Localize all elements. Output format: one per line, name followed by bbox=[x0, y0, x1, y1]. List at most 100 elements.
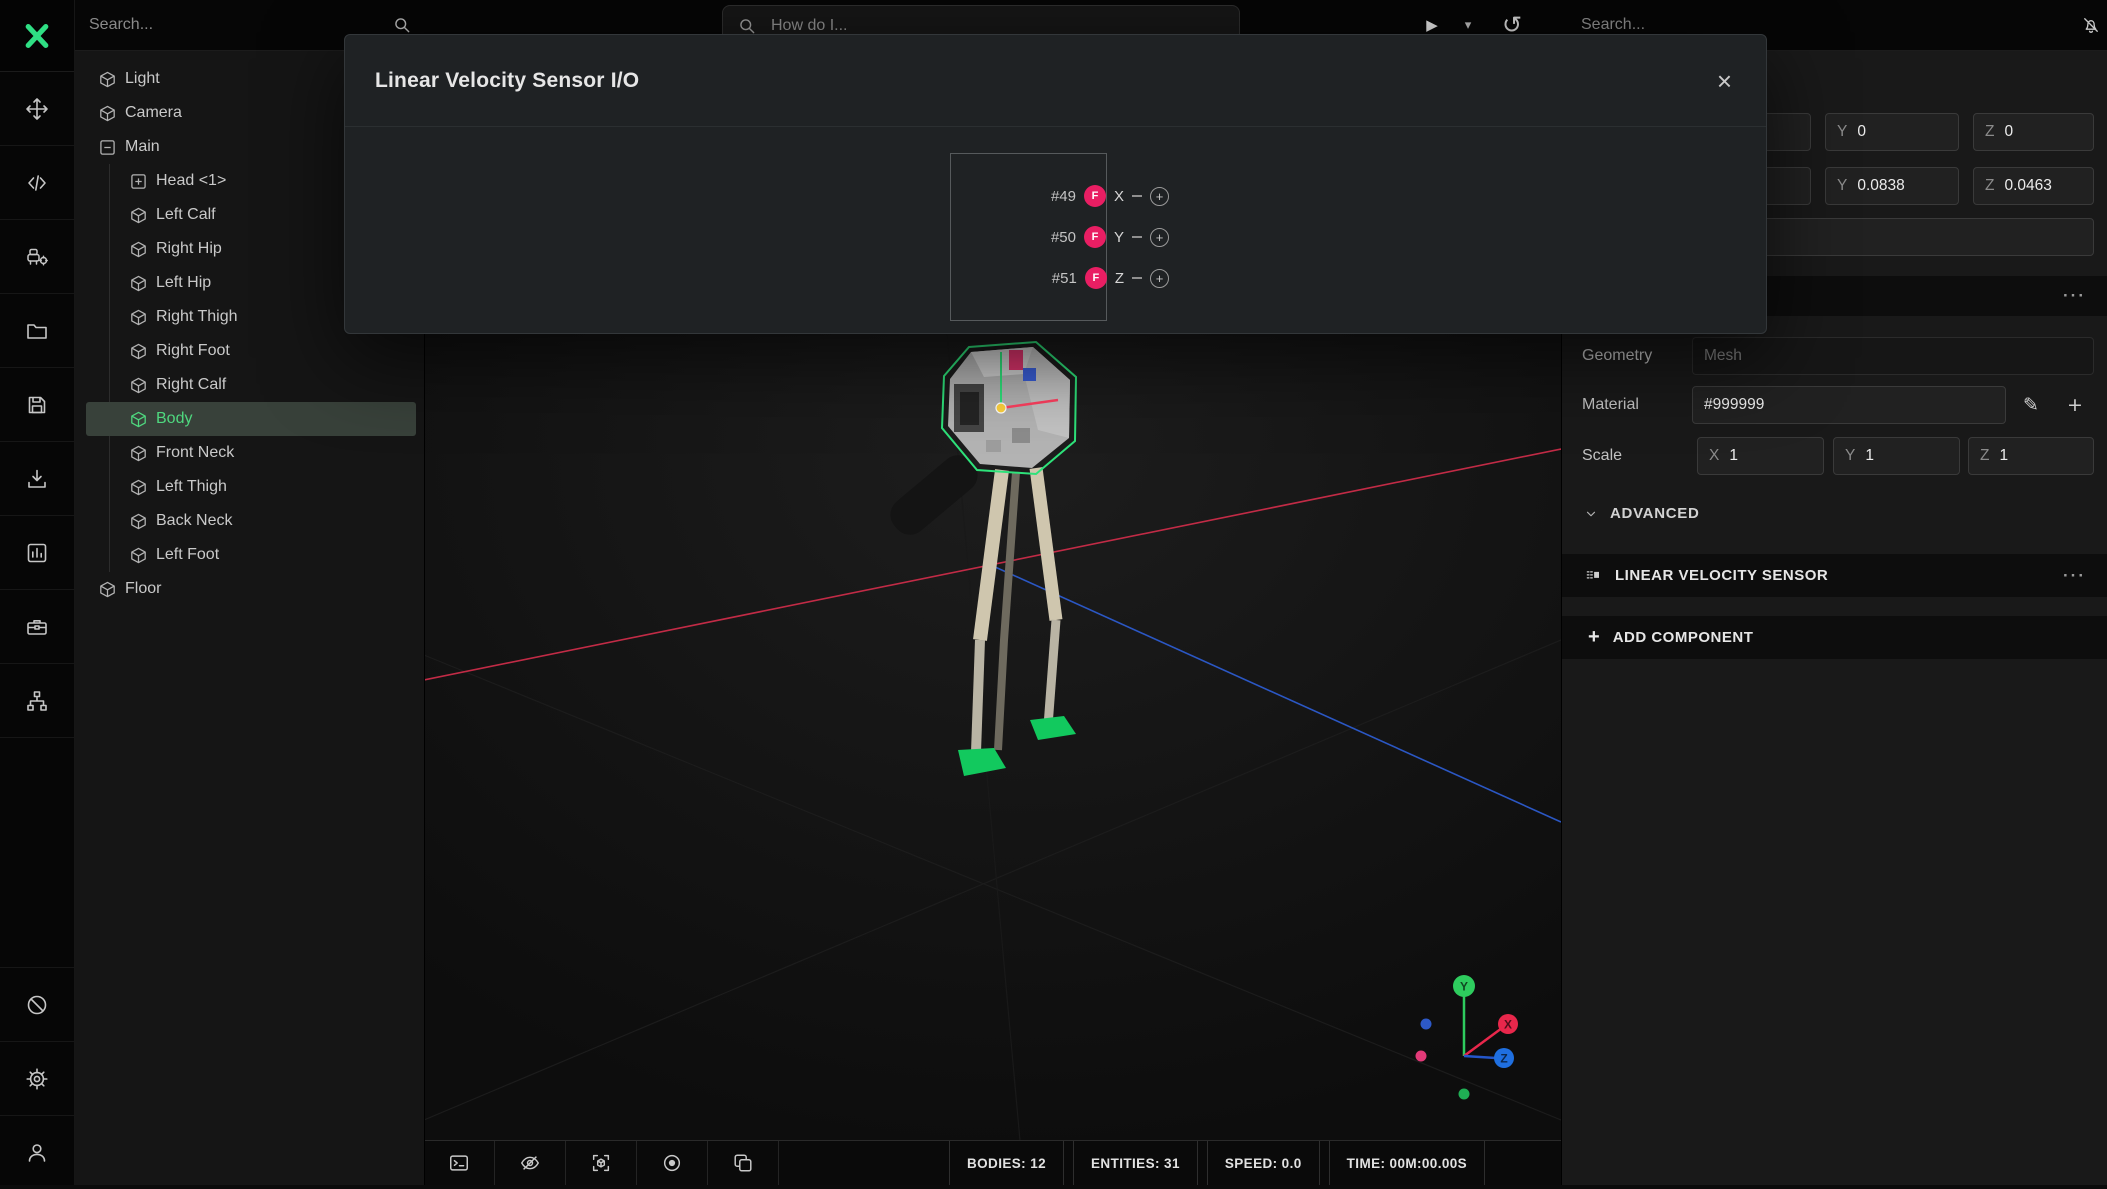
tree-item-back-neck[interactable]: Back Neck bbox=[74, 504, 424, 538]
sensor-node[interactable]: #49 F X + #50 F Y + #51 F Z + bbox=[950, 153, 1107, 321]
gizmo-magenta-handle[interactable] bbox=[1009, 350, 1023, 370]
port-id: #49 bbox=[1051, 188, 1076, 205]
folder-icon bbox=[25, 319, 49, 343]
material-value: #999999 bbox=[1704, 396, 1764, 414]
field-value: 0 bbox=[1857, 123, 1866, 141]
tree-item-right-foot[interactable]: Right Foot bbox=[74, 334, 424, 368]
tree-item-label: Back Neck bbox=[156, 512, 232, 530]
console-button[interactable] bbox=[424, 1141, 495, 1185]
scale-z-field[interactable]: Z 1 bbox=[1968, 437, 2094, 475]
vector1-z-field[interactable]: Z 0 bbox=[1973, 113, 2094, 151]
tree-item-label: Head <1> bbox=[156, 172, 226, 190]
search-icon[interactable] bbox=[392, 15, 412, 35]
tree-item-left-thigh[interactable]: Left Thigh bbox=[74, 470, 424, 504]
material-field[interactable]: #999999 bbox=[1692, 386, 2006, 424]
gear-icon bbox=[25, 1067, 49, 1091]
account-button[interactable] bbox=[0, 1115, 74, 1189]
code-editor-button[interactable] bbox=[0, 146, 74, 220]
duplicate-button[interactable] bbox=[708, 1141, 779, 1185]
robot-body-detail bbox=[986, 440, 1001, 452]
edit-material-button[interactable]: ✎ bbox=[2012, 386, 2050, 424]
close-dialog-button[interactable]: × bbox=[1713, 64, 1736, 98]
notifications-off-button[interactable] bbox=[2068, 0, 2107, 50]
robot-body-detail bbox=[1012, 428, 1030, 443]
add-component-button[interactable]: + ADD COMPONENT bbox=[1562, 616, 2107, 659]
z-axis-line bbox=[984, 562, 1561, 822]
vector2-y-field[interactable]: Y 0.0838 bbox=[1825, 167, 1959, 205]
scale-x-field[interactable]: X 1 bbox=[1697, 437, 1824, 475]
stats-button[interactable] bbox=[0, 516, 74, 590]
robot-settings-button[interactable] bbox=[0, 220, 74, 294]
axis-label: X bbox=[1709, 447, 1719, 465]
tree-item-left-foot[interactable]: Left Foot bbox=[74, 538, 424, 572]
gizmo-blue-handle[interactable] bbox=[1023, 368, 1036, 381]
robot-head-slot-inner bbox=[960, 392, 979, 425]
gizmo-z-label: Z bbox=[1500, 1052, 1507, 1066]
scale-y-field[interactable]: Y 1 bbox=[1833, 437, 1960, 475]
ban-button[interactable] bbox=[0, 967, 74, 1041]
port-type-badge: F bbox=[1084, 185, 1106, 207]
rail-bottom-group bbox=[0, 967, 74, 1189]
tree-item-right-calf[interactable]: Right Calf bbox=[74, 368, 424, 402]
geometry-value: Mesh bbox=[1704, 347, 1742, 365]
gizmo-neg-z-dot[interactable] bbox=[1416, 1051, 1427, 1062]
projects-button[interactable] bbox=[0, 294, 74, 368]
linear-velocity-sensor-section[interactable]: LINEAR VELOCITY SENSOR ··· bbox=[1562, 554, 2107, 597]
settings-button[interactable] bbox=[0, 1041, 74, 1115]
robot-right-thigh bbox=[1036, 468, 1056, 620]
tree-item-label: Main bbox=[125, 138, 160, 156]
add-connection-port[interactable]: + bbox=[1150, 269, 1169, 288]
hierarchy-button[interactable] bbox=[0, 664, 74, 738]
sensor-more-options-button[interactable]: ··· bbox=[2063, 566, 2086, 586]
tree-item-front-neck[interactable]: Front Neck bbox=[74, 436, 424, 470]
hierarchy-search-input[interactable] bbox=[74, 0, 379, 49]
tree-item-body-selected[interactable]: Body bbox=[86, 402, 416, 436]
gizmo-x-label: X bbox=[1504, 1018, 1512, 1032]
geometry-field: Mesh bbox=[1692, 337, 2094, 375]
vector2-z-field[interactable]: Z 0.0463 bbox=[1973, 167, 2094, 205]
robot-model[interactable] bbox=[883, 342, 1076, 776]
output-port-row-x: #49 F X + bbox=[951, 185, 1169, 207]
gizmo-neg-y-dot[interactable] bbox=[1459, 1089, 1470, 1100]
code-icon bbox=[25, 171, 49, 195]
axis-label: Z bbox=[1980, 447, 1989, 465]
add-connection-port[interactable]: + bbox=[1150, 228, 1169, 247]
import-button[interactable] bbox=[0, 442, 74, 516]
hide-overlays-button[interactable] bbox=[495, 1141, 566, 1185]
geometry-label: Geometry bbox=[1582, 337, 1652, 375]
move-tool-button[interactable] bbox=[0, 72, 74, 146]
chevron-down-icon: ▾ bbox=[1465, 17, 1472, 33]
chart-icon bbox=[25, 541, 49, 565]
frame-selection-button[interactable] bbox=[566, 1141, 637, 1185]
gizmo-neg-x-dot[interactable] bbox=[1421, 1019, 1432, 1030]
axis-label: Y bbox=[1837, 177, 1847, 195]
toolbox-icon bbox=[25, 615, 49, 639]
axis-label: Z bbox=[1985, 177, 1994, 195]
copy-icon bbox=[732, 1152, 754, 1174]
gizmo-center-handle[interactable] bbox=[996, 403, 1006, 413]
download-icon bbox=[25, 467, 49, 491]
add-material-button[interactable]: + bbox=[2056, 386, 2094, 424]
dialog-title: Linear Velocity Sensor I/O bbox=[375, 69, 639, 93]
entities-count: ENTITIES: 31 bbox=[1073, 1141, 1198, 1185]
cube-icon bbox=[130, 445, 147, 462]
collapse-icon[interactable] bbox=[99, 139, 116, 156]
speed-indicator: SPEED: 0.0 bbox=[1207, 1141, 1320, 1185]
toolbox-button[interactable] bbox=[0, 590, 74, 664]
left-rail bbox=[0, 0, 75, 1185]
advanced-section-toggle[interactable]: ADVANCED bbox=[1562, 493, 2107, 534]
cube-icon bbox=[130, 241, 147, 258]
more-options-button[interactable]: ··· bbox=[2063, 286, 2086, 306]
vector1-y-field[interactable]: Y 0 bbox=[1825, 113, 1959, 151]
tree-item-floor[interactable]: Floor bbox=[74, 572, 424, 606]
robot-left-calf bbox=[976, 640, 980, 752]
app-logo[interactable] bbox=[0, 0, 74, 72]
add-connection-port[interactable]: + bbox=[1150, 187, 1169, 206]
save-button[interactable] bbox=[0, 368, 74, 442]
console-icon bbox=[448, 1152, 470, 1174]
bell-off-icon bbox=[2081, 15, 2101, 35]
record-button[interactable] bbox=[637, 1141, 708, 1185]
tree-item-label: Left Calf bbox=[156, 206, 216, 224]
port-axis-label: Y bbox=[1114, 229, 1124, 246]
material-label: Material bbox=[1582, 386, 1639, 424]
